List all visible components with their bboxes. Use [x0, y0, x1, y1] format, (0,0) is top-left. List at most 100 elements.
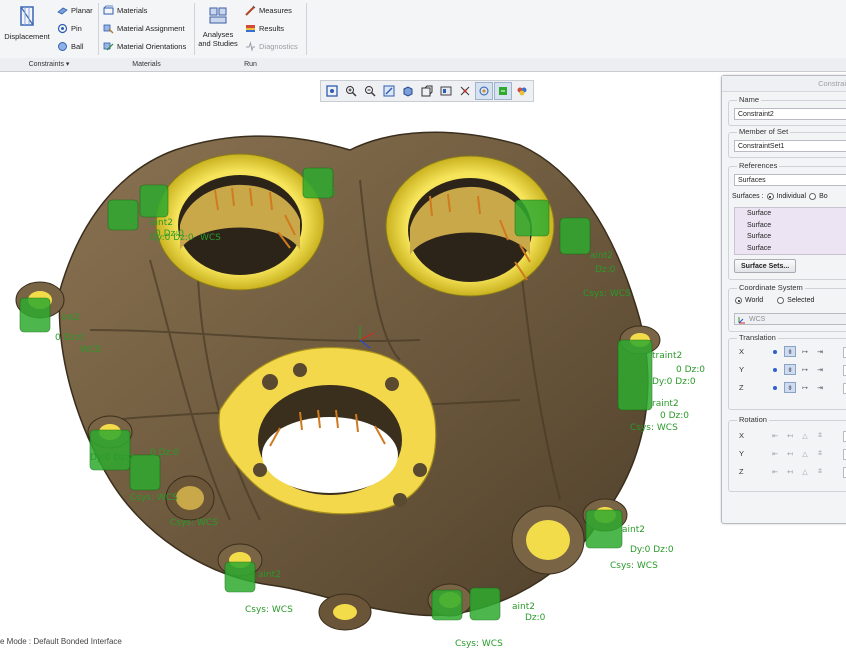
materials-button[interactable]: Materials — [103, 5, 147, 16]
constraint-label: Dy:0 Dz:0 — [652, 377, 696, 387]
planar-icon — [57, 7, 68, 15]
constraint-label: Csys: WCS — [583, 289, 631, 299]
name-field[interactable]: Constraint2 — [734, 108, 846, 120]
translation-label: Translation — [737, 333, 778, 342]
translation-z-options: ⇟ ↦ ⇥ — [769, 382, 826, 393]
material-orientations-button[interactable]: Material Orientations — [103, 41, 186, 52]
boundary-radio[interactable] — [809, 193, 817, 200]
view-manager-icon[interactable] — [437, 82, 455, 100]
fixed-option[interactable]: ⇟ — [784, 364, 796, 375]
world-radio[interactable] — [735, 297, 742, 304]
function-option[interactable]: ⇥ — [814, 346, 826, 357]
fixed-option[interactable]: ↤ — [784, 448, 796, 459]
prescribed-option[interactable]: △ — [799, 466, 811, 477]
rotation-z-options: ⇤ ↤ △ ⩲ — [769, 466, 826, 477]
constraint-symbol-cluster — [224, 561, 256, 593]
list-item[interactable]: Surface — [735, 220, 846, 232]
free-option[interactable]: ⇤ — [769, 466, 781, 477]
axis-label-x: X — [739, 431, 745, 440]
zoom-out-icon[interactable] — [361, 82, 379, 100]
constraint-label: aint2 — [150, 218, 173, 228]
analyses-and-studies-button[interactable]: Analyses and Studies — [196, 4, 240, 48]
references-label: References — [737, 161, 780, 170]
selected-radio[interactable] — [777, 297, 785, 304]
graphics-viewport[interactable]: aint2 0 Dz:0 aint2 Dz:0 Csys: WCS Dy:0 D… — [0, 72, 846, 649]
fixed-option[interactable]: ⇟ — [784, 346, 796, 357]
prescribed-option[interactable]: ↦ — [799, 346, 811, 357]
constraint-label: WCS — [200, 233, 221, 243]
saved-orientations-icon[interactable] — [418, 82, 436, 100]
prescribed-option[interactable]: △ — [799, 430, 811, 441]
dialog-title: Constrai — [722, 76, 846, 92]
list-item[interactable]: Surface — [735, 231, 846, 243]
prescribed-option[interactable]: ↦ — [799, 382, 811, 393]
analyses-icon — [209, 7, 227, 24]
material-assignment-button[interactable]: Material Assignment — [103, 23, 185, 34]
constraint-label: aint2 — [512, 602, 535, 612]
fixed-option[interactable]: ⇟ — [784, 382, 796, 393]
rotation-y-options: ⇤ ↤ △ ⩲ — [769, 448, 826, 459]
constraint-label: 0 Dz:0 — [660, 411, 689, 421]
free-option[interactable] — [769, 382, 781, 393]
name-section: Name Constraint2 — [728, 95, 846, 126]
diagnostics-button[interactable]: Diagnostics — [245, 41, 298, 52]
results-button[interactable]: Results — [245, 23, 284, 34]
planar-button[interactable]: Planar — [57, 5, 93, 16]
constraint-label: 0 Dz:0 — [150, 448, 179, 458]
pin-button[interactable]: Pin — [57, 23, 82, 34]
constraint-label: Csys: WCS — [130, 493, 178, 503]
function-option[interactable]: ⩲ — [814, 430, 826, 441]
list-item[interactable]: Surface — [735, 243, 846, 255]
measures-button[interactable]: Measures — [245, 5, 292, 16]
axis-label-y: Y — [739, 365, 745, 374]
free-option[interactable] — [769, 364, 781, 375]
constraint-label: aint2 — [590, 251, 613, 261]
displacement-button[interactable]: Displacement — [4, 4, 50, 41]
references-type-select[interactable]: Surfaces — [734, 174, 846, 186]
ribbon-group-bar: Constraints ▾ Materials Run — [0, 58, 846, 72]
display-style-icon[interactable] — [399, 82, 417, 100]
zoom-in-icon[interactable] — [342, 82, 360, 100]
analyses-label-line1: Analyses — [202, 30, 234, 39]
function-option[interactable]: ⩲ — [814, 466, 826, 477]
translation-y-options: ⇟ ↦ ⇥ — [769, 364, 826, 375]
individual-radio[interactable] — [766, 193, 774, 200]
function-option[interactable]: ⇥ — [814, 364, 826, 375]
references-section: References Surfaces Surfaces : Individua… — [728, 161, 846, 280]
surfaces-list[interactable]: Surface Surface Surface Surface — [734, 207, 846, 255]
surfaces-mode-label: Surfaces : — [732, 193, 764, 200]
diagnostics-label: Diagnostics — [259, 42, 298, 51]
spin-center-icon[interactable] — [475, 82, 493, 100]
prescribed-option[interactable]: ↦ — [799, 364, 811, 375]
fixed-option[interactable]: ↤ — [784, 466, 796, 477]
annotation-display-icon[interactable] — [494, 82, 512, 100]
axis-label-z: Z — [739, 467, 744, 476]
status-bar-text: e Mode : Default Bonded Interface — [0, 637, 122, 646]
ball-button[interactable]: Ball — [57, 41, 84, 52]
function-option[interactable]: ⇥ — [814, 382, 826, 393]
constraints-group-label[interactable]: Constraints ▾ — [0, 58, 98, 71]
member-of-set-select[interactable]: ConstraintSet1 — [734, 140, 846, 152]
material-orientations-icon — [103, 42, 114, 51]
function-option[interactable]: ⩲ — [814, 448, 826, 459]
boundary-label: Bo — [819, 193, 828, 200]
prescribed-option[interactable]: △ — [799, 448, 811, 459]
appearance-icon[interactable] — [513, 82, 531, 100]
rotation-label: Rotation — [737, 415, 769, 424]
member-of-set-section: Member of Set ConstraintSet1 — [728, 127, 846, 158]
fixed-option[interactable]: ↤ — [784, 430, 796, 441]
surface-sets-button[interactable]: Surface Sets... — [734, 259, 797, 273]
materials-icon — [103, 5, 114, 15]
list-item[interactable]: Surface — [735, 208, 846, 220]
refit-icon[interactable] — [323, 82, 341, 100]
free-option[interactable]: ⇤ — [769, 448, 781, 459]
analyses-label-line2: and Studies — [198, 39, 238, 48]
csys-field[interactable]: WCS — [734, 313, 846, 325]
datum-display-icon[interactable] — [456, 82, 474, 100]
repaint-icon[interactable] — [380, 82, 398, 100]
material-orientations-label: Material Orientations — [117, 42, 187, 51]
results-label: Results — [259, 24, 285, 33]
free-option[interactable] — [769, 346, 781, 357]
free-option[interactable]: ⇤ — [769, 430, 781, 441]
constraint-label: int2 — [62, 313, 79, 323]
